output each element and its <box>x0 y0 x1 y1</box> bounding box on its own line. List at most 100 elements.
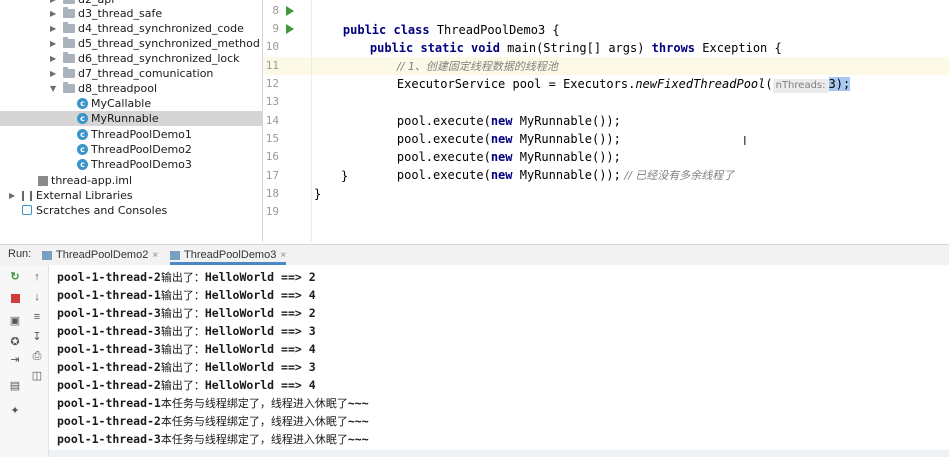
code-line-18: } <box>314 187 322 201</box>
console-line: pool-1-thread-2输出了：HelloWorld ==> 2 <box>57 270 316 284</box>
rerun-icon[interactable]: ↻ <box>8 270 22 284</box>
java-class-icon: c <box>77 113 88 124</box>
tree-item-threadpooldemo1[interactable]: c ThreadPoolDemo1 <box>0 127 262 142</box>
tab-threadpooldemo2[interactable]: ThreadPoolDemo2 × <box>42 245 158 265</box>
run-tool-window-header: Run: ThreadPoolDemo2 × ThreadPoolDemo3 × <box>0 244 949 266</box>
chevron-right-icon[interactable]: ▶ <box>50 6 56 21</box>
run-class-icon[interactable] <box>286 6 294 16</box>
horizontal-scrollbar[interactable] <box>49 450 949 457</box>
close-icon[interactable]: × <box>280 250 286 261</box>
run-config-icon <box>170 250 180 260</box>
folder-icon <box>63 22 75 33</box>
tree-item-d7[interactable]: ▶ d7_thread_comunication <box>0 66 262 81</box>
stop-icon[interactable] <box>8 293 22 307</box>
line-number: 17 <box>265 169 279 182</box>
console-line: pool-1-thread-2本任务与线程绑定了，线程进入休眠了~~~ <box>57 414 369 428</box>
tree-item-thread-app-iml[interactable]: thread-app.iml <box>0 173 262 188</box>
console-line: pool-1-thread-2输出了：HelloWorld ==> 4 <box>57 378 316 392</box>
run-main-icon[interactable] <box>286 24 294 34</box>
selected-argument: 3 <box>828 77 836 91</box>
soft-wrap-icon[interactable]: ≡ <box>30 310 44 324</box>
trash-icon[interactable]: ◫ <box>30 369 44 383</box>
layout-icon[interactable]: ▤ <box>8 379 22 393</box>
tree-item-d6[interactable]: ▶ d6_thread_synchronized_lock <box>0 51 262 66</box>
library-icon <box>22 191 32 201</box>
code-comment: // 已经没有多余线程了 <box>620 169 735 182</box>
project-tree-panel: ▶ d2_api ▶ d3_thread_safe ▶ d4_thread_sy… <box>0 0 262 242</box>
code-line-17: } <box>341 169 349 183</box>
java-class-icon: c <box>77 98 88 109</box>
chevron-right-icon[interactable]: ▶ <box>50 36 56 51</box>
console-output[interactable]: pool-1-thread-2输出了：HelloWorld ==> 2 pool… <box>49 265 949 457</box>
tab-threadpooldemo3[interactable]: ThreadPoolDemo3 × <box>170 245 287 265</box>
tree-item-scratches[interactable]: Scratches and Consoles <box>0 203 262 218</box>
run-side-toolbar: ↻ ↑ ↓ ▣ ≡ ✪ ↧ ⇥ ⎙ ◫ ▤ ✦ <box>0 265 49 457</box>
folder-icon <box>63 7 75 18</box>
up-arrow-icon[interactable]: ↑ <box>30 270 44 284</box>
pin-icon[interactable]: ✦ <box>8 404 22 418</box>
console-line: pool-1-thread-3输出了：HelloWorld ==> 4 <box>57 342 316 356</box>
line-number: 19 <box>265 205 279 218</box>
print-icon[interactable]: ⎙ <box>30 349 44 363</box>
java-class-icon: c <box>77 144 88 155</box>
line-number: 15 <box>265 132 279 145</box>
line-number: 8 <box>272 4 279 17</box>
tree-item-external-libraries[interactable]: ▶ External Libraries <box>0 188 262 203</box>
close-icon[interactable]: × <box>152 250 158 261</box>
chevron-right-icon[interactable]: ▶ <box>50 51 56 66</box>
console-line: pool-1-thread-3本任务与线程绑定了，线程进入休眠了~~~ <box>57 432 369 446</box>
console-line: pool-1-thread-3输出了：HelloWorld ==> 3 <box>57 324 316 338</box>
run-label: Run: <box>8 248 32 260</box>
chevron-right-icon[interactable]: ▶ <box>50 21 56 36</box>
tree-item-myrunnable[interactable]: c MyRunnable <box>0 111 262 126</box>
tree-item-d5[interactable]: ▶ d5_thread_synchronized_method <box>0 36 262 51</box>
folder-icon <box>63 0 75 4</box>
code-line-10: // 1、创建固定线程数据的线程池 <box>368 39 558 73</box>
console-line: pool-1-thread-1本任务与线程绑定了，线程进入休眠了~~~ <box>57 396 369 410</box>
code-editor[interactable]: public class ThreadPoolDemo3 { public st… <box>312 0 949 242</box>
line-number: 13 <box>265 95 279 108</box>
exit-icon[interactable]: ⇥ <box>8 353 22 367</box>
code-line-8: public class ThreadPoolDemo3 { <box>342 23 560 37</box>
java-class-icon: c <box>77 129 88 140</box>
java-class-icon: c <box>77 159 88 170</box>
console-line: pool-1-thread-3输出了：HelloWorld ==> 2 <box>57 306 316 320</box>
console-line: pool-1-thread-1输出了：HelloWorld ==> 4 <box>57 288 316 302</box>
chevron-right-icon[interactable]: ▶ <box>9 188 15 203</box>
line-number: 11 <box>265 59 279 72</box>
module-file-icon <box>38 176 48 186</box>
code-line-11: ExecutorService pool = Executors.newFixe… <box>396 77 851 93</box>
text-cursor-icon: I <box>743 133 747 148</box>
tree-item-d3-thread-safe[interactable]: ▶ d3_thread_safe <box>0 6 262 21</box>
line-number: 12 <box>265 77 279 90</box>
chevron-down-icon[interactable]: ▼ <box>50 81 56 96</box>
camera-icon[interactable]: ▣ <box>8 314 22 328</box>
tree-item-threadpooldemo2[interactable]: c ThreadPoolDemo2 <box>0 142 262 157</box>
tree-item-threadpooldemo3[interactable]: c ThreadPoolDemo3 <box>0 157 262 172</box>
folder-icon <box>63 82 75 93</box>
parameter-hint: nThreads: <box>772 79 829 93</box>
run-config-icon <box>42 250 52 260</box>
line-number: 9 <box>272 22 279 35</box>
folder-icon <box>63 67 75 78</box>
tree-item-d8-threadpool[interactable]: ▼ d8_threadpool <box>0 81 262 96</box>
tree-item-d4[interactable]: ▶ d4_thread_synchronized_code <box>0 21 262 36</box>
tree-item-mycallable[interactable]: c MyCallable <box>0 96 262 111</box>
code-line-9: public static void main(String[] args) t… <box>369 41 782 55</box>
scratches-icon <box>22 205 32 215</box>
console-line: pool-1-thread-2输出了：HelloWorld ==> 3 <box>57 360 316 374</box>
code-line-16: pool.execute(new MyRunnable()); // 已经没有多… <box>396 168 735 182</box>
code-line-13: pool.execute(new MyRunnable()); <box>396 114 621 128</box>
folder-icon <box>63 52 75 63</box>
code-line-15: pool.execute(new MyRunnable()); <box>396 150 621 164</box>
code-line-14: pool.execute(new MyRunnable()); <box>396 132 621 146</box>
chevron-right-icon[interactable]: ▶ <box>50 66 56 81</box>
line-number: 14 <box>265 114 279 127</box>
folder-icon <box>63 37 75 48</box>
scroll-to-end-icon[interactable]: ↧ <box>30 330 44 344</box>
bug-icon[interactable]: ✪ <box>8 335 22 349</box>
line-number: 10 <box>265 40 279 53</box>
down-arrow-icon[interactable]: ↓ <box>30 290 44 304</box>
line-number: 16 <box>265 150 279 163</box>
line-number: 18 <box>265 187 279 200</box>
